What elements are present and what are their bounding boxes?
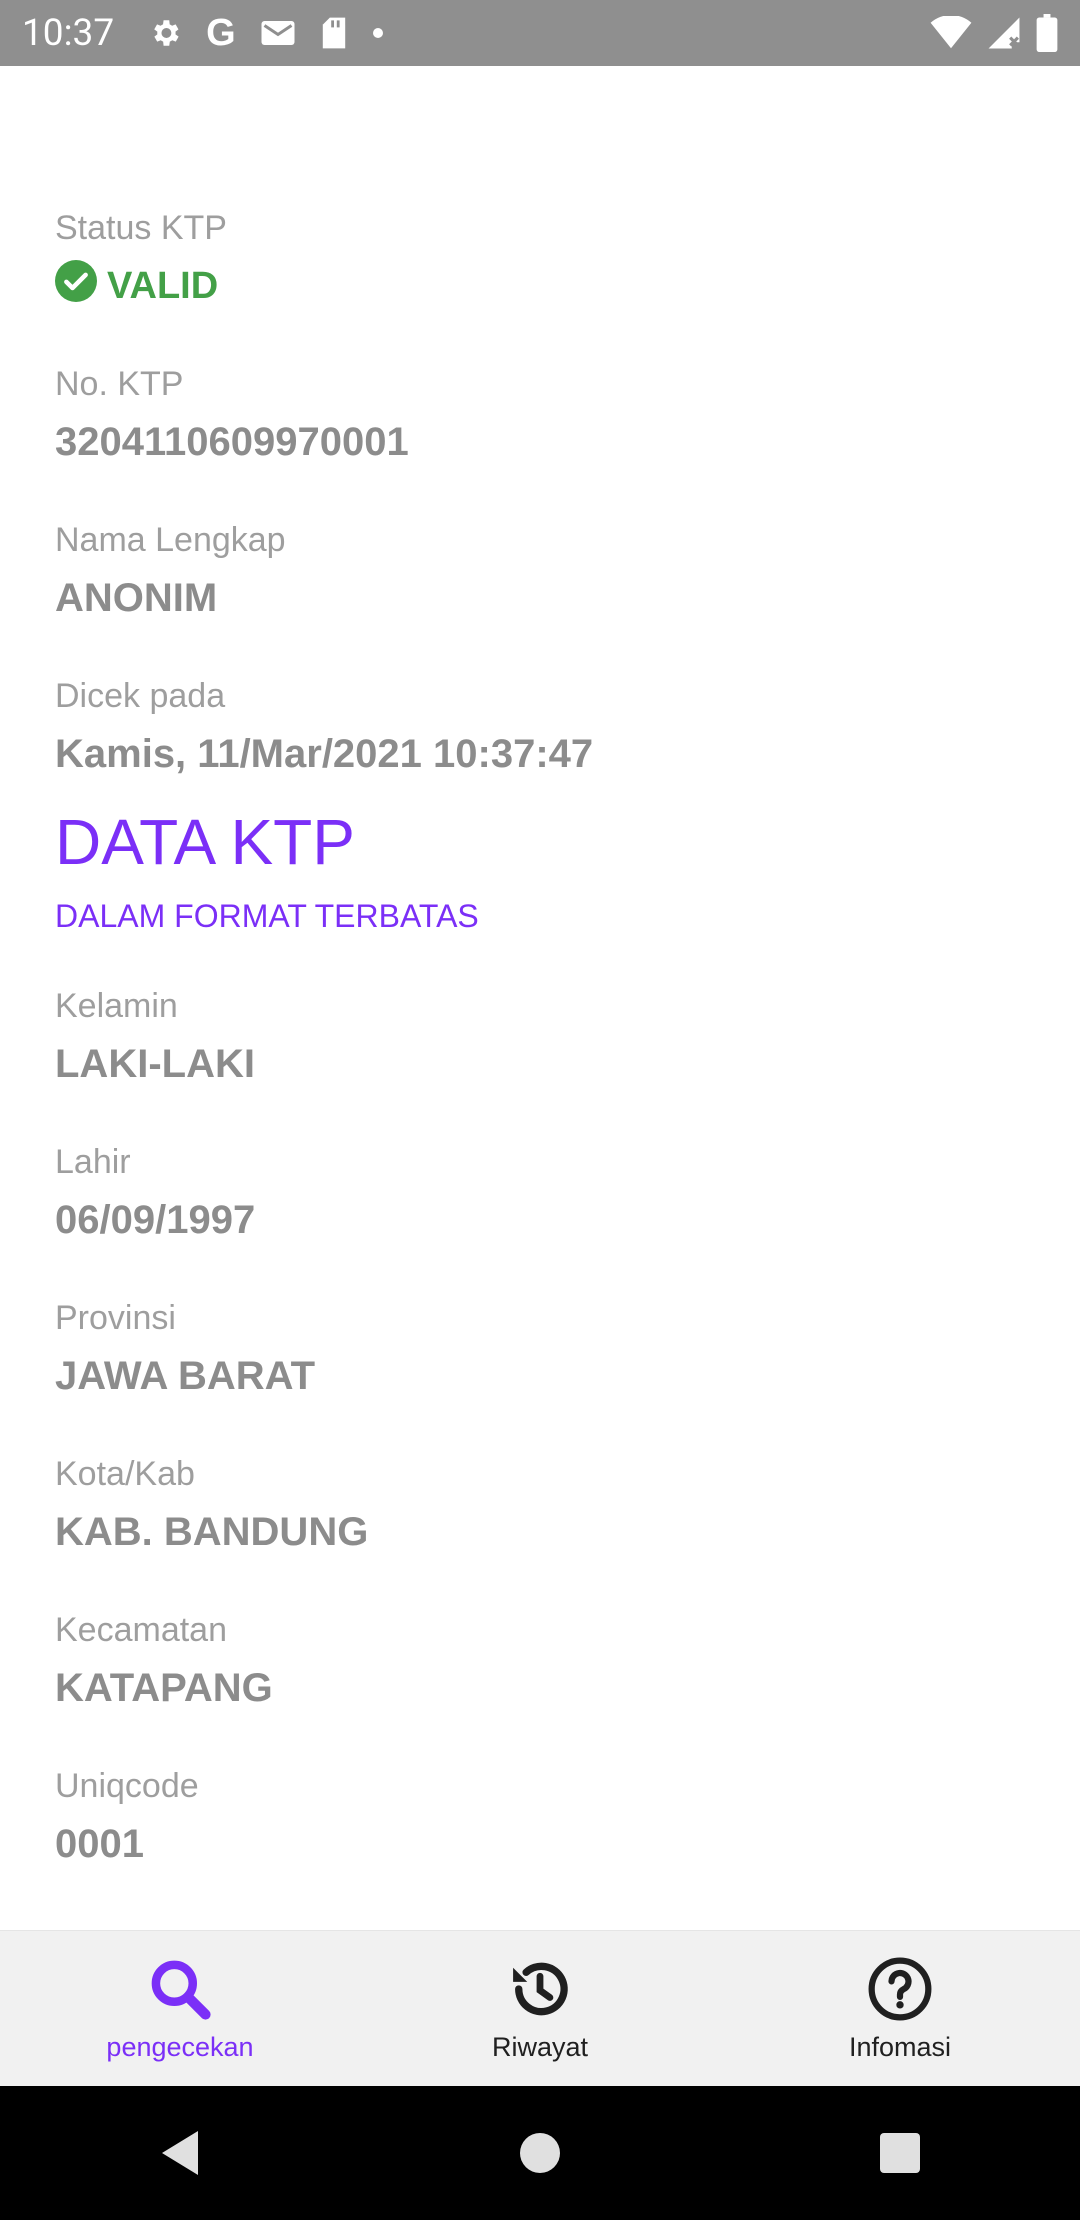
field-label: Kecamatan	[55, 1611, 227, 1649]
field-nama-lengkap: Nama Lengkap ANONIM	[55, 518, 1025, 626]
search-icon	[146, 1955, 214, 2028]
field-no-ktp: No. KTP 3204110609970001	[55, 362, 1025, 470]
history-icon	[506, 1955, 574, 2028]
nav-label: Riwayat	[491, 2031, 589, 2062]
home-icon[interactable]	[480, 2093, 600, 2213]
nav-label: pengecekan	[106, 2031, 254, 2062]
check-circle-icon	[55, 260, 97, 312]
field-lahir: Lahir 06/09/1997	[55, 1140, 1025, 1248]
signal-icon	[986, 16, 1022, 50]
field-provinsi: Provinsi JAWA BARAT	[55, 1296, 1025, 1404]
status-value: VALID	[55, 258, 1025, 314]
gear-icon	[148, 16, 182, 50]
system-status-icons	[930, 14, 1058, 52]
field-label: Lahir	[55, 1143, 131, 1181]
wifi-icon	[930, 16, 972, 50]
gmail-icon	[260, 18, 296, 48]
field-label: Dicek pada	[55, 677, 226, 715]
section-title: DATA KTP	[55, 806, 355, 878]
field-label: Provinsi	[55, 1299, 176, 1337]
field-value: LAKI-LAKI	[55, 1042, 255, 1086]
status-label: Status KTP	[55, 209, 227, 247]
nav-item-pengecekan[interactable]: pengecekan	[0, 1931, 360, 2086]
status-bar: 10:37 G	[0, 0, 1080, 66]
field-label: Kota/Kab	[55, 1455, 195, 1493]
status-text: VALID	[107, 264, 219, 307]
nav-item-infomasi[interactable]: Infomasi	[720, 1931, 1080, 2086]
field-value: ANONIM	[55, 576, 218, 620]
field-value: KAB. BANDUNG	[55, 1510, 369, 1554]
field-value: 3204110609970001	[55, 420, 409, 464]
section-subtitle: DALAM FORMAT TERBATAS	[55, 898, 479, 934]
google-icon: G	[206, 12, 236, 54]
field-kecamatan: Kecamatan KATAPANG	[55, 1608, 1025, 1716]
nav-label: Infomasi	[848, 2031, 952, 2062]
field-label: Uniqcode	[55, 1767, 199, 1805]
field-kelamin: Kelamin LAKI-LAKI	[55, 984, 1025, 1092]
field-dicek-pada: Dicek pada Kamis, 11/Mar/2021 10:37:47	[55, 674, 1025, 782]
field-kota-kab: Kota/Kab KAB. BANDUNG	[55, 1452, 1025, 1560]
field-value: JAWA BARAT	[55, 1354, 315, 1398]
battery-icon	[1036, 14, 1058, 52]
field-label: No. KTP	[55, 365, 184, 403]
ktp-details: Status KTP VALID No. KTP 320411060997000…	[55, 206, 1025, 1920]
recents-icon[interactable]	[840, 2093, 960, 2213]
field-label: Nama Lengkap	[55, 521, 286, 559]
field-value: 0001	[55, 1822, 144, 1866]
system-navigation-bar	[0, 2086, 1080, 2220]
help-icon	[866, 1955, 934, 2028]
status-field: Status KTP VALID	[55, 206, 1025, 314]
dot-icon	[372, 27, 384, 39]
status-time: 10:37	[22, 11, 115, 55]
field-value: KATAPANG	[55, 1666, 273, 1710]
field-label: Kelamin	[55, 987, 178, 1025]
ktp-result-screen: Status KTP VALID No. KTP 320411060997000…	[0, 66, 1080, 1930]
field-value: Kamis, 11/Mar/2021 10:37:47	[55, 732, 594, 776]
field-uniqcode: Uniqcode 0001	[55, 1764, 1025, 1872]
sd-card-icon	[320, 16, 348, 50]
nav-item-riwayat[interactable]: Riwayat	[360, 1931, 720, 2086]
bottom-navigation: pengecekan Riwayat Infomasi	[0, 1930, 1080, 2086]
notification-icons: G	[148, 14, 384, 52]
back-icon[interactable]	[120, 2093, 240, 2213]
field-value: 06/09/1997	[55, 1198, 256, 1242]
